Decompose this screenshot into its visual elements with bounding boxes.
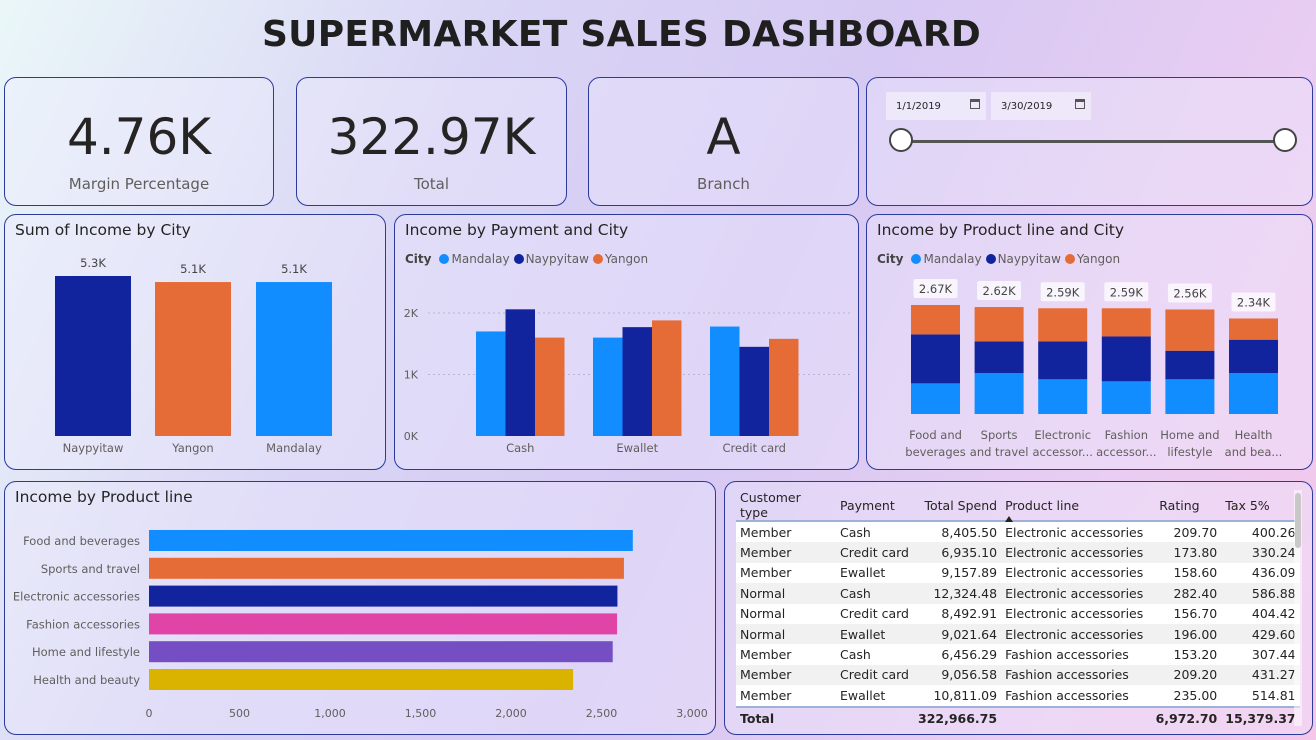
table-cell: 586.88 [1221,583,1300,604]
table-cell: Electronic accessories [1001,521,1148,543]
table-cell: 235.00 [1147,685,1222,707]
x-tick-label: 500 [229,707,250,720]
table-cell: 307.44 [1221,644,1300,665]
y-tick-label: Food and beverages [23,534,140,548]
table-cell: 6,456.29 [914,644,1002,665]
total-cell: 322,966.75 [914,705,1002,730]
x-tick-label: 3,000 [676,707,708,720]
table-cell: Electronic accessories [1001,542,1148,563]
table-cell: 173.80 [1147,542,1222,563]
table-cell: 209.70 [1147,521,1222,543]
bar[interactable] [149,669,574,690]
table-cell: 153.20 [1147,644,1222,665]
table-cell: 156.70 [1147,603,1222,624]
table-cell: Member [736,644,836,665]
column-header-sorted[interactable]: Product line [1001,490,1148,522]
table-cell: Electronic accessories [1001,603,1148,624]
table-cell: 158.60 [1147,562,1222,584]
table-cell: 209.20 [1147,664,1222,686]
table-cell: Credit card [836,542,914,563]
table-cell: Member [736,685,836,707]
table-cell: 9,157.89 [914,562,1002,584]
table-cell: Credit card [836,603,914,624]
table-row[interactable]: Member Ewallet 9,157.89 Electronic accessor… [736,562,1300,584]
table-cell: 400.26 [1221,521,1300,543]
column-header[interactable]: Rating [1147,490,1222,522]
table-cell: 12,324.48 [914,583,1002,604]
column-header-label: Product line [1005,497,1080,513]
bar[interactable] [149,641,613,663]
table-cell: Electronic accessories [1001,623,1148,645]
table-cell: 436.09 [1221,562,1300,584]
table-cell: 404.42 [1221,603,1300,624]
table-cell: Normal [736,583,836,604]
table-row[interactable]: Normal Ewallet 9,021.64 Electronic accessor… [736,623,1300,645]
y-tick-label: Health and beauty [33,673,140,687]
bar[interactable] [149,530,633,551]
table-cell: Electronic accessories [1001,562,1148,584]
table-cell: Cash [836,583,914,604]
table-row[interactable]: Member Cash 8,405.50 Electronic accessories… [736,521,1300,543]
total-cell [1001,705,1148,730]
table-row[interactable]: Normal Cash 12,324.48 Electronic accessorie… [736,583,1300,604]
total-cell: 15,379.37 [1221,705,1300,730]
table-cell: Member [736,542,836,563]
table-cell: Member [736,521,836,543]
table-cell: Ewallet [836,562,914,584]
table-cell: 431.27 [1221,664,1300,686]
bar[interactable] [149,585,618,607]
table-cell: Fashion accessories [1001,664,1148,686]
sales-table: Customer type Payment Total Spend Produc… [736,490,1300,730]
x-tick-label: 1,500 [405,707,437,720]
table-row[interactable]: Member Ewallet 10,811.09 Fashion accessorie… [736,685,1300,707]
total-cell: Total [736,705,836,730]
table-cell: 429.60 [1221,623,1300,645]
table-cell: 9,021.64 [914,623,1002,645]
bar[interactable] [149,613,618,635]
y-tick-label: Fashion accessories [26,617,140,631]
table-cell: 514.81 [1221,685,1300,707]
table-row[interactable]: Member Credit card 6,935.10 Electronic acce… [736,542,1300,563]
table-cell: Member [736,664,836,686]
table-cell: 9,056.58 [914,664,1002,686]
column-header[interactable]: Customer type [736,490,836,522]
table-total-row: Total 322,966.75 6,972.70 15,379.37 [736,705,1300,730]
table-cell: 330.24 [1221,542,1300,563]
table-row[interactable]: Member Cash 6,456.29 Fashion accessories 153… [736,644,1300,665]
y-tick-label: Home and lifestyle [32,645,140,659]
x-tick-label: 2,500 [586,707,618,720]
total-cell: 6,972.70 [1147,705,1222,730]
table-cell: Ewallet [836,623,914,645]
table-cell: Normal [736,603,836,624]
column-header[interactable]: Payment [836,490,914,522]
table-row[interactable]: Member Credit card 9,056.58 Fashion accesso… [736,664,1300,686]
table-cell: Member [736,562,836,584]
table-row[interactable]: Normal Credit card 8,492.91 Electronic acce… [736,603,1300,624]
table-cell: 196.00 [1147,623,1222,645]
x-tick-label: 1,000 [314,707,346,720]
column-header[interactable]: Tax 5% [1221,490,1300,522]
column-header[interactable]: Total Spend [914,490,1002,522]
table-cell: Fashion accessories [1001,644,1148,665]
table-scrollbar-thumb[interactable] [1295,493,1301,548]
table-cell: 8,492.91 [914,603,1002,624]
table-cell: 282.40 [1147,583,1222,604]
x-tick-label: 0 [146,707,153,720]
y-tick-label: Electronic accessories [13,590,140,604]
table-cell: 8,405.50 [914,521,1002,543]
x-tick-label: 2,000 [495,707,527,720]
sort-ascending-icon[interactable] [1005,516,1014,522]
y-tick-label: Sports and travel [41,562,140,576]
table-cell: Electronic accessories [1001,583,1148,604]
bar[interactable] [149,557,624,579]
table-cell: Fashion accessories [1001,685,1148,707]
table-cell: 6,935.10 [914,542,1002,563]
table-cell: Normal [736,623,836,645]
table-cell: Ewallet [836,685,914,707]
total-cell [836,705,914,730]
table-cell: 10,811.09 [914,685,1002,707]
table-cell: Cash [836,521,914,543]
table-cell: Credit card [836,664,914,686]
table-cell: Cash [836,644,914,665]
